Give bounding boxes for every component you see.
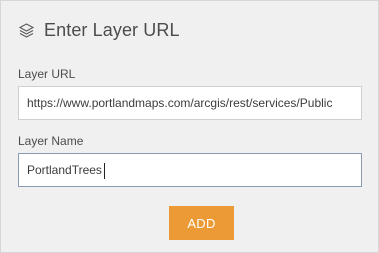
layer-url-input[interactable] [18,86,362,120]
layer-url-label: Layer URL [18,67,76,81]
dialog-title: Enter Layer URL [44,20,180,40]
layers-icon [18,22,35,39]
text-caret [104,163,105,179]
layer-name-input[interactable] [18,153,362,187]
layer-name-label: Layer Name [18,134,84,148]
enter-layer-url-panel: Enter Layer URL Layer URL Layer Name ADD [0,0,379,253]
add-button[interactable]: ADD [169,206,234,240]
panel-header: Enter Layer URL [18,20,180,41]
